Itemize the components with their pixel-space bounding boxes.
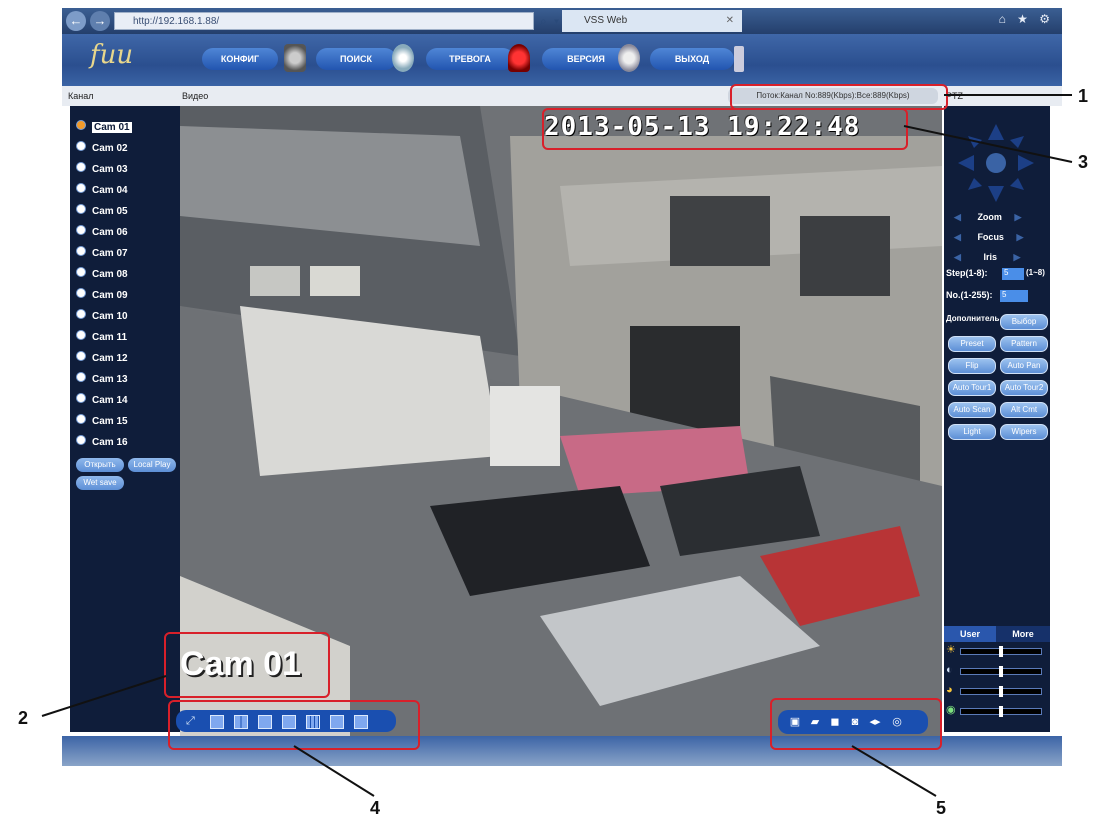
callout-number-1: 1 [1078,86,1089,106]
callout-number-5: 5 [936,798,947,818]
callout-leader-lines [41,94,1073,797]
callout-number-2: 2 [18,708,29,728]
callout-number-4: 4 [370,798,381,818]
callout-number-3: 3 [1078,152,1089,172]
